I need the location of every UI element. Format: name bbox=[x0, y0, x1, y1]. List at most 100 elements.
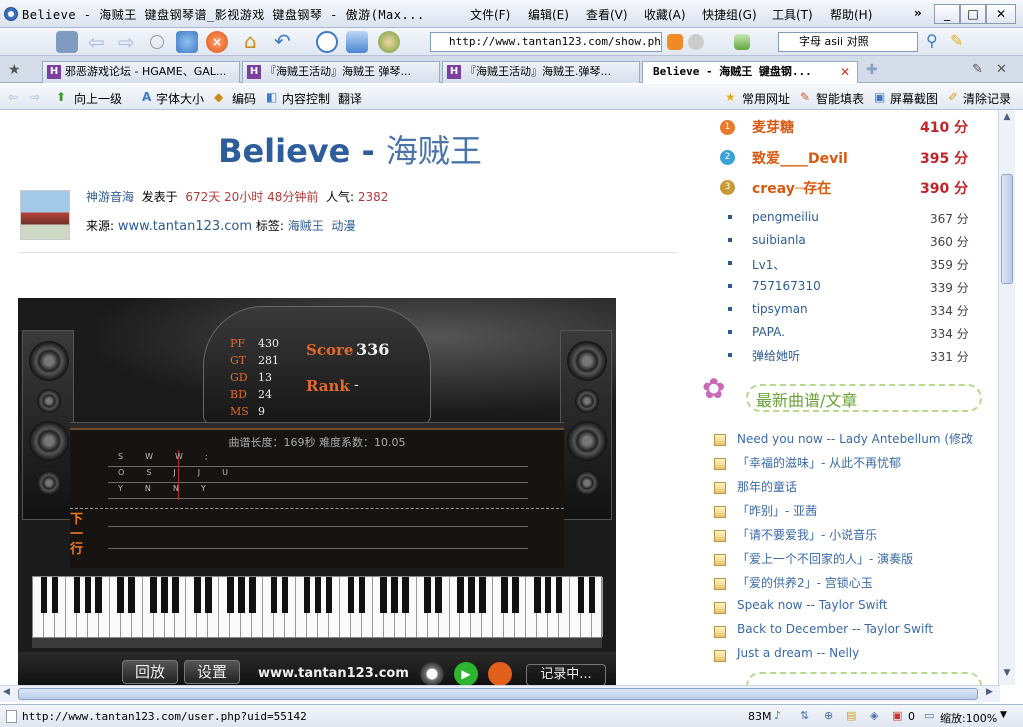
up-level-button[interactable]: 向上一级 bbox=[74, 90, 122, 107]
dropdown-icon[interactable] bbox=[150, 35, 164, 49]
player-name[interactable]: tipsyman bbox=[752, 302, 808, 316]
black-key[interactable] bbox=[435, 577, 442, 613]
menu-view[interactable]: 查看(V) bbox=[586, 6, 628, 23]
search-icon[interactable]: ⚲ bbox=[926, 31, 948, 53]
player-name[interactable]: pengmeiliu bbox=[752, 210, 819, 224]
black-key[interactable] bbox=[117, 577, 124, 613]
popup-blocked-icon[interactable]: ▣ bbox=[892, 709, 902, 722]
home-icon[interactable]: ⌂ bbox=[244, 31, 266, 53]
author-link[interactable]: 神游音海 bbox=[86, 190, 134, 204]
black-key[interactable] bbox=[358, 577, 366, 613]
latest-item[interactable]: 「爱上一个不回家的人」- 演奏版 bbox=[737, 550, 913, 567]
black-key[interactable] bbox=[555, 577, 563, 613]
black-key[interactable] bbox=[40, 577, 48, 613]
new-tab-icon[interactable]: ✚ bbox=[866, 62, 878, 78]
favorites-star-icon[interactable]: ★ bbox=[8, 62, 21, 78]
common-sites-button[interactable]: 常用网址 bbox=[742, 90, 790, 107]
latest-item[interactable]: 「幸福的滋味」- 从此不再忧郁 bbox=[737, 454, 901, 471]
black-key[interactable] bbox=[150, 577, 157, 613]
menu-quickgroup[interactable]: 快捷组(G) bbox=[702, 6, 757, 23]
player-name[interactable]: suibianla bbox=[752, 233, 806, 247]
black-key[interactable] bbox=[402, 577, 409, 613]
zoom-dropdown-icon[interactable]: ▼ bbox=[1000, 710, 1007, 720]
black-key[interactable] bbox=[281, 577, 289, 613]
black-key[interactable] bbox=[588, 577, 596, 613]
top-player-name[interactable]: 致爱____Devil bbox=[752, 148, 848, 168]
black-key[interactable] bbox=[468, 577, 475, 613]
maximize-button[interactable]: □ bbox=[960, 4, 986, 24]
black-key[interactable] bbox=[51, 577, 59, 613]
content-control-button[interactable]: 内容控制 bbox=[282, 90, 330, 107]
translate-button[interactable]: 翻译 bbox=[338, 90, 362, 107]
latest-item[interactable]: Speak now -- Taylor Swift bbox=[737, 598, 888, 612]
scroll-thumb[interactable] bbox=[18, 688, 978, 700]
player-name[interactable]: PAPA. bbox=[752, 325, 785, 339]
latest-item[interactable]: Just a dream -- Nelly bbox=[737, 646, 859, 660]
black-key[interactable] bbox=[512, 577, 519, 613]
top-player-name[interactable]: creay┈存在 bbox=[752, 178, 831, 198]
more-chevron-icon[interactable]: » bbox=[914, 6, 922, 20]
wrench-icon[interactable]: ✎ bbox=[972, 62, 983, 77]
black-key[interactable] bbox=[501, 577, 508, 613]
vertical-scrollbar[interactable]: ▲ ▼ bbox=[998, 110, 1015, 685]
black-key[interactable] bbox=[194, 577, 201, 613]
user-icon[interactable] bbox=[56, 31, 78, 53]
window-icon[interactable] bbox=[346, 31, 368, 53]
tab-close-icon[interactable]: ✕ bbox=[840, 65, 850, 79]
black-key[interactable] bbox=[303, 577, 311, 613]
rss-icon[interactable] bbox=[667, 34, 683, 50]
replay-button[interactable]: 回放 bbox=[122, 660, 178, 684]
forward-arrow-icon[interactable]: ⇨ bbox=[118, 31, 142, 53]
scroll-up-icon[interactable]: ▲ bbox=[1001, 112, 1013, 126]
black-key[interactable] bbox=[205, 577, 212, 613]
black-key[interactable] bbox=[84, 577, 92, 613]
black-key[interactable] bbox=[457, 577, 464, 613]
tab-forum[interactable]: H 邪恶游戏论坛 - HGAME、GAL... bbox=[42, 61, 240, 83]
player-name[interactable]: 757167310 bbox=[752, 279, 821, 293]
undo-close-icon[interactable]: ↶ bbox=[274, 31, 296, 53]
tab-believe[interactable]: Believe - 海贼王 键盘钢... bbox=[642, 61, 858, 83]
top-player-name[interactable]: 麦芽糖 bbox=[752, 117, 794, 137]
player-name[interactable]: 弹给她听 bbox=[752, 347, 800, 364]
small-back-icon[interactable]: ⇦ bbox=[8, 90, 18, 104]
black-key[interactable] bbox=[95, 577, 103, 613]
player-name[interactable]: Lv1、 bbox=[752, 256, 785, 273]
settings-button[interactable]: 设置 bbox=[184, 660, 240, 684]
clear-history-button[interactable]: 清除记录 bbox=[963, 90, 1011, 107]
stop-icon[interactable]: × bbox=[206, 31, 228, 53]
scroll-left-icon[interactable]: ◀ bbox=[3, 687, 10, 697]
history-clock-icon[interactable] bbox=[316, 31, 338, 53]
scroll-thumb[interactable] bbox=[1001, 174, 1013, 284]
back-arrow-icon[interactable]: ⇦ bbox=[88, 31, 112, 53]
search-input[interactable]: 字母 asii 对照 bbox=[778, 32, 918, 52]
minimize-button[interactable]: _ bbox=[934, 4, 960, 24]
scroll-right-icon[interactable]: ▶ bbox=[986, 687, 993, 697]
latest-item[interactable]: Need you now -- Lady Antebellum (修改 bbox=[737, 430, 973, 447]
stop-icon[interactable] bbox=[488, 662, 512, 685]
black-key[interactable] bbox=[577, 577, 585, 613]
play-icon[interactable]: ▶ bbox=[454, 662, 478, 685]
encoding-button[interactable]: 编码 bbox=[232, 90, 256, 107]
black-key[interactable] bbox=[347, 577, 355, 613]
block-icon[interactable]: ◈ bbox=[870, 709, 878, 722]
network-icon[interactable]: ⇅ bbox=[800, 709, 809, 722]
highlight-pen-icon[interactable]: ✎ bbox=[950, 31, 972, 53]
menu-tools[interactable]: 工具(T) bbox=[772, 6, 813, 23]
author-avatar[interactable] bbox=[20, 190, 70, 240]
black-key[interactable] bbox=[544, 577, 552, 613]
piano-game[interactable]: PF 430 GT 281 GD 13 BD 24 MS 9 Score 336… bbox=[18, 298, 616, 685]
close-tabs-icon[interactable]: ✕ bbox=[996, 62, 1007, 77]
speaker-icon[interactable]: ♪ bbox=[774, 709, 781, 722]
black-key[interactable] bbox=[237, 577, 245, 613]
black-key[interactable] bbox=[380, 577, 388, 613]
refresh-icon[interactable] bbox=[176, 31, 198, 53]
black-key[interactable] bbox=[161, 577, 168, 613]
menu-favorites[interactable]: 收藏(A) bbox=[644, 6, 686, 23]
tab-onepiece-2[interactable]: H 『海贼王活动』海贼王.弹琴... bbox=[442, 61, 640, 83]
tab-onepiece-1[interactable]: H 『海贼王活动』海贼王 弹琴... bbox=[242, 61, 440, 83]
black-key[interactable] bbox=[73, 577, 81, 613]
tag-link[interactable]: 动漫 bbox=[331, 219, 355, 233]
latest-item[interactable]: 「爱的供养2」- 宫锁心玉 bbox=[737, 574, 873, 591]
black-key[interactable] bbox=[391, 577, 398, 613]
scroll-down-icon[interactable]: ▼ bbox=[1001, 668, 1013, 682]
